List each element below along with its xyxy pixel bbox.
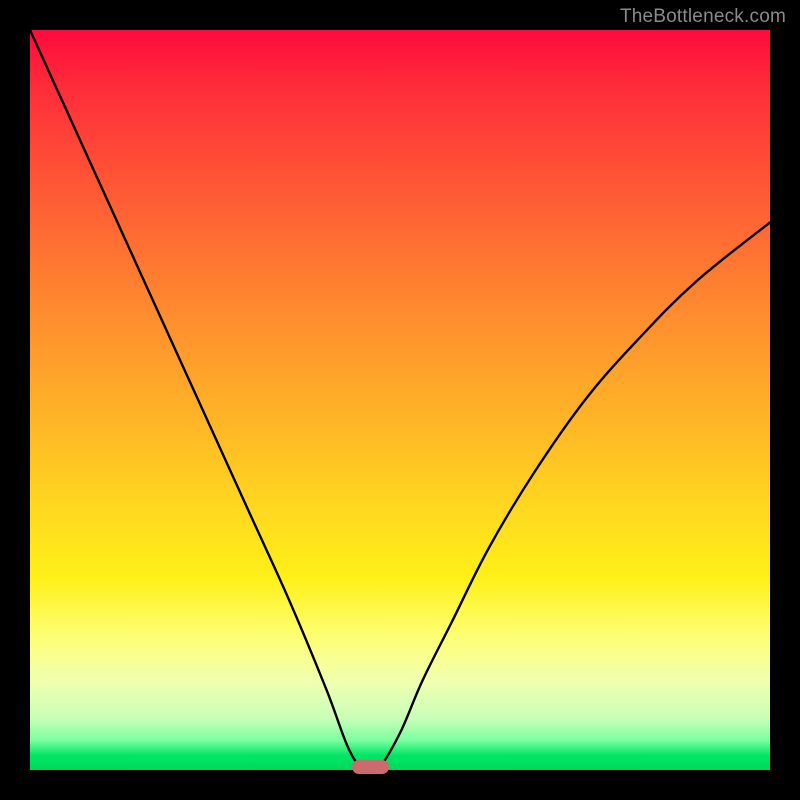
optimum-marker <box>352 760 389 774</box>
curve-layer <box>30 30 770 770</box>
watermark-text: TheBottleneck.com <box>620 6 786 28</box>
plot-area <box>30 30 770 770</box>
chart-frame: TheBottleneck.com <box>0 0 800 800</box>
bottleneck-curve <box>30 30 770 773</box>
